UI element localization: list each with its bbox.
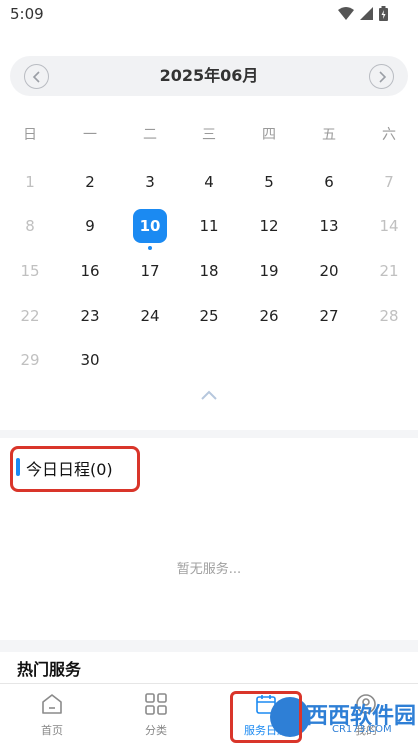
calendar-day[interactable]: 6 xyxy=(312,165,346,199)
calendar-day[interactable]: 25 xyxy=(192,299,226,333)
calendar-day[interactable]: 16 xyxy=(73,254,107,288)
watermark-subtext: CR173.COM xyxy=(332,724,392,735)
empty-state-text: 暂无服务... xyxy=(176,562,242,577)
calendar-day[interactable]: 12 xyxy=(252,209,286,243)
calendar-day[interactable]: 9 xyxy=(73,209,107,243)
calendar-day[interactable]: 7 xyxy=(372,165,406,199)
weekday-header: 日 一 二 三 四 五 六 xyxy=(0,124,418,148)
tab-highlight-box xyxy=(230,691,302,743)
calendar-day-selected[interactable]: 10 xyxy=(133,209,167,250)
calendar-grid: 1 2 3 4 5 6 7 8 9 10 11 12 13 14 15 16 1… xyxy=(0,160,418,380)
weekday-label: 日 xyxy=(23,127,37,143)
calendar-day[interactable]: 21 xyxy=(372,254,406,288)
selected-day-number: 10 xyxy=(139,217,161,235)
calendar-day[interactable]: 26 xyxy=(252,299,286,333)
calendar-day[interactable]: 18 xyxy=(192,254,226,288)
weekday-label: 六 xyxy=(382,127,396,143)
calendar-day[interactable]: 22 xyxy=(13,299,47,333)
weekday-label: 五 xyxy=(322,127,336,143)
calendar-day[interactable]: 8 xyxy=(13,209,47,243)
status-time: 5:09 xyxy=(10,5,44,23)
calendar-day[interactable]: 29 xyxy=(13,343,47,377)
section-divider xyxy=(0,430,418,438)
calendar-day[interactable]: 23 xyxy=(73,299,107,333)
calendar-day[interactable]: 28 xyxy=(372,299,406,333)
home-icon xyxy=(42,694,62,714)
calendar-day[interactable]: 14 xyxy=(372,209,406,243)
hot-services-title: 热门服务 xyxy=(17,660,82,679)
tab-home[interactable]: 首页 xyxy=(0,684,104,743)
calendar-day[interactable]: 4 xyxy=(192,165,226,199)
calendar-day[interactable]: 1 xyxy=(13,165,47,199)
calendar-day[interactable]: 13 xyxy=(312,209,346,243)
weekday-label: 一 xyxy=(83,127,97,143)
today-schedule-title: 今日日程(0) xyxy=(26,460,113,479)
today-schedule-header: 今日日程(0) xyxy=(10,446,140,492)
collapse-calendar-button[interactable] xyxy=(199,388,219,404)
signal-icon xyxy=(360,7,373,20)
chevron-up-icon xyxy=(201,390,217,400)
weekday-label: 二 xyxy=(143,127,157,143)
calendar-day[interactable]: 24 xyxy=(133,299,167,333)
status-bar: 5:09 xyxy=(0,0,418,30)
calendar-day[interactable]: 20 xyxy=(312,254,346,288)
calendar-day[interactable]: 3 xyxy=(133,165,167,199)
tab-category[interactable]: 分类 xyxy=(104,684,208,743)
event-dot xyxy=(148,246,152,250)
chevron-right-icon xyxy=(378,70,386,83)
calendar-day[interactable]: 27 xyxy=(312,299,346,333)
tab-label: 分类 xyxy=(145,724,167,737)
month-title: 2025年06月 xyxy=(159,66,259,85)
grid-icon xyxy=(145,693,167,715)
calendar-day[interactable]: 17 xyxy=(133,254,167,288)
section-divider xyxy=(0,640,418,652)
calendar-day[interactable]: 15 xyxy=(13,254,47,288)
tab-label: 首页 xyxy=(41,724,63,737)
weekday-label: 四 xyxy=(262,127,276,143)
calendar-day[interactable]: 30 xyxy=(73,343,107,377)
next-month-button[interactable] xyxy=(369,64,394,89)
weekday-label: 三 xyxy=(202,127,216,143)
status-icons xyxy=(338,6,388,21)
wifi-icon xyxy=(338,7,354,20)
month-selector: 2025年06月 xyxy=(10,56,408,96)
calendar-day[interactable]: 5 xyxy=(252,165,286,199)
calendar-day[interactable]: 11 xyxy=(192,209,226,243)
section-accent-bar xyxy=(16,458,20,476)
battery-icon xyxy=(379,6,388,21)
calendar-day[interactable]: 2 xyxy=(73,165,107,199)
calendar-day[interactable]: 19 xyxy=(252,254,286,288)
